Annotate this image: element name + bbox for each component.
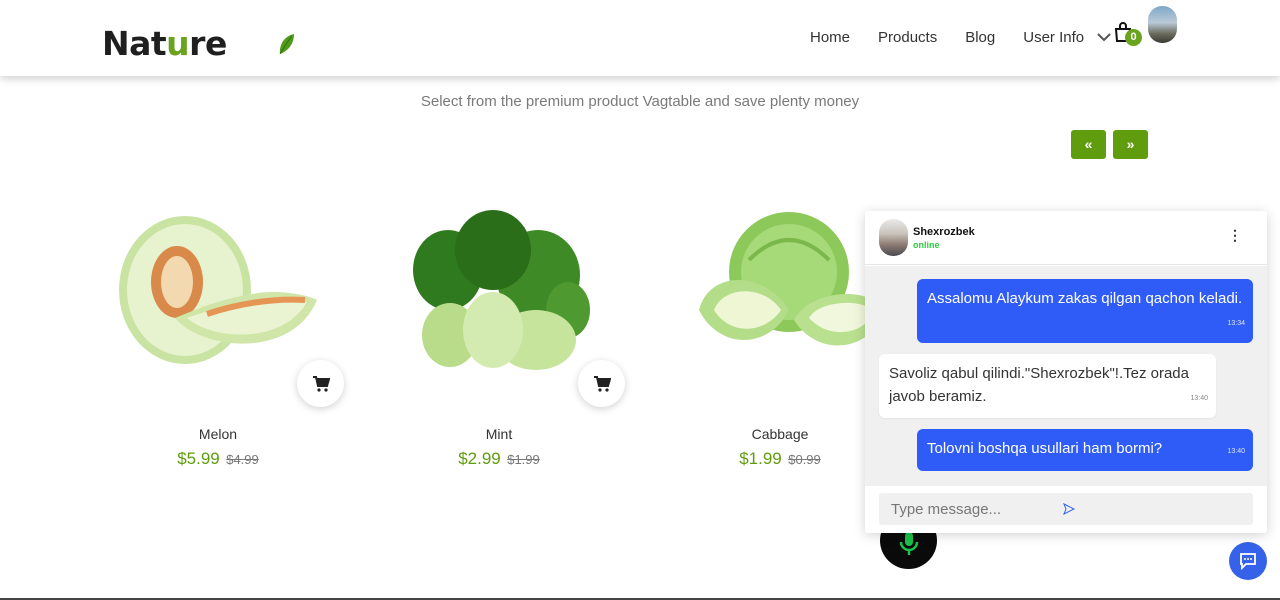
- chevron-down-icon[interactable]: [1097, 30, 1111, 44]
- nav-home[interactable]: Home: [810, 29, 850, 46]
- chat-bubble-icon: [1240, 553, 1256, 570]
- message-text: Assalomu Alaykum zakas qilgan qachon kel…: [927, 290, 1243, 307]
- leaf-icon: [279, 34, 294, 55]
- message-time: 13:34: [1227, 320, 1245, 327]
- product-old-price: $4.99: [226, 452, 259, 467]
- send-icon[interactable]: [1063, 503, 1075, 515]
- main-nav: Home Products Blog User Info: [810, 29, 1112, 46]
- cart-icon: [312, 375, 330, 392]
- cabbage-image: [699, 212, 884, 346]
- brand-name-accent: u: [166, 24, 190, 63]
- message-bubble: Assalomu Alaykum zakas qilgan qachon kel…: [917, 279, 1253, 343]
- product-old-price: $0.99: [788, 452, 821, 467]
- slider-prev-button[interactable]: «: [1071, 130, 1106, 159]
- chat-window: Shexrozbek online ⋮ Assalomu Alaykum zak…: [865, 211, 1267, 533]
- product-old-price: $1.99: [507, 452, 540, 467]
- user-avatar[interactable]: [1148, 6, 1177, 43]
- message-bubble: Savoliz qabul qilindi."Shexrozbek"!.Tez …: [879, 354, 1216, 418]
- product-price: $1.99: [739, 449, 782, 468]
- chat-messages: Assalomu Alaykum zakas qilgan qachon kel…: [865, 266, 1267, 486]
- microphone-icon: [899, 531, 918, 555]
- message-time: 13:40: [1227, 448, 1245, 455]
- nav-user-info[interactable]: User Info: [1023, 29, 1084, 46]
- message-bubble: Tolovni boshqa usullari ham bormi? 13:40: [917, 429, 1253, 471]
- cart-icon: [593, 375, 611, 392]
- message-text: Tolovni boshqa usullari ham bormi?: [927, 440, 1163, 457]
- product-name[interactable]: Melon: [87, 426, 349, 442]
- more-options-icon[interactable]: ⋮: [1228, 227, 1242, 244]
- contact-status: online: [913, 240, 940, 250]
- product-card: Melon $5.99 $4.99: [87, 190, 349, 480]
- mint-image: [413, 210, 590, 370]
- chat-header: Shexrozbek online ⋮: [865, 211, 1267, 265]
- brand-name-end: re: [189, 24, 227, 63]
- brand-logo[interactable]: Nature: [102, 24, 294, 63]
- contact-name: Shexrozbek: [913, 226, 975, 238]
- site-header: Nature Home Products Blog User Info 0: [0, 0, 1280, 76]
- product-prices: $2.99 $1.99: [368, 449, 630, 469]
- add-to-cart-button[interactable]: [578, 360, 625, 407]
- chat-footer: [865, 486, 1267, 533]
- product-price: $5.99: [177, 449, 220, 468]
- product-name[interactable]: Mint: [368, 426, 630, 442]
- message-time: 13:40: [1190, 395, 1208, 402]
- add-to-cart-button[interactable]: [297, 360, 344, 407]
- cart-count-badge: 0: [1125, 29, 1142, 46]
- message-text: Savoliz qabul qilindi."Shexrozbek"!.Tez …: [889, 365, 1189, 405]
- contact-avatar: [879, 219, 908, 256]
- brand-name-start: Nat: [102, 24, 167, 63]
- section-subtitle: Select from the premium product Vagtable…: [420, 93, 860, 110]
- nav-blog[interactable]: Blog: [965, 29, 995, 46]
- nav-products[interactable]: Products: [878, 29, 937, 46]
- slider-next-button[interactable]: »: [1113, 130, 1148, 159]
- product-prices: $5.99 $4.99: [87, 449, 349, 469]
- melon-image: [119, 216, 317, 364]
- product-card: Mint $2.99 $1.99: [368, 190, 630, 480]
- chat-toggle-button[interactable]: [1229, 542, 1267, 580]
- product-price: $2.99: [458, 449, 501, 468]
